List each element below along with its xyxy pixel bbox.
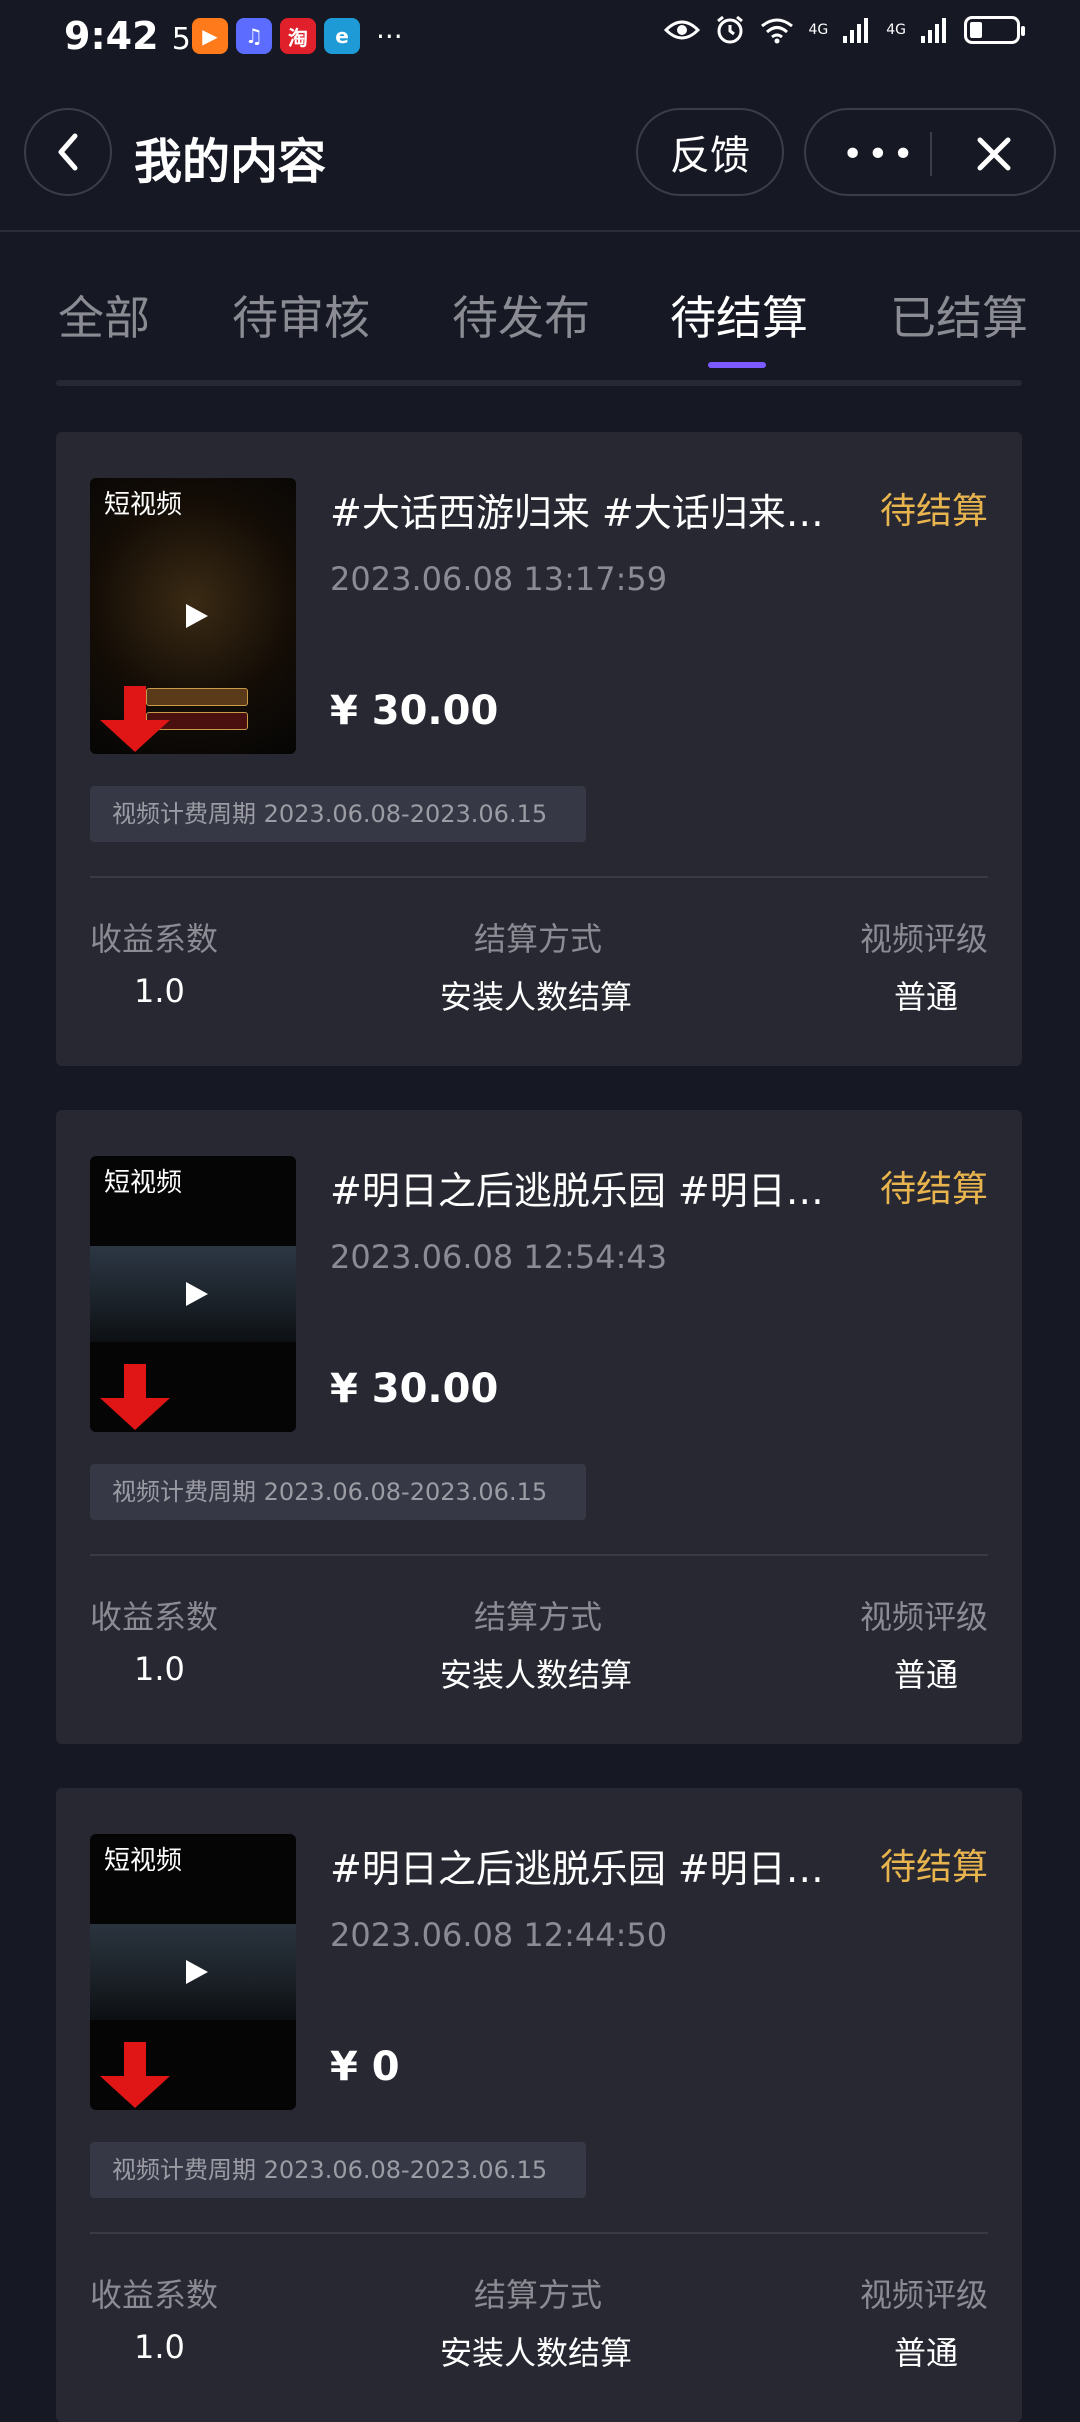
tab-pending-settlement[interactable]: 待结算 — [670, 282, 808, 348]
revenue-coefficient-label: 收益系数 — [90, 2276, 219, 2314]
video-rating-value: 普通 — [893, 1656, 958, 1694]
alarm-icon — [717, 15, 744, 44]
status-badge: 待结算 — [879, 1847, 988, 1888]
active-tab-indicator — [708, 362, 766, 368]
network-type-1: 4G — [808, 22, 829, 38]
content-card[interactable]: 短视频 #大话西游归来 #大话归来合集 #游戏 待结算 2023.06.08 1… — [56, 432, 1022, 1066]
tab-all[interactable]: 全部 — [58, 282, 150, 348]
settlement-method-value: 安装人数结算 — [440, 978, 633, 1016]
video-type-label: 短视频 — [104, 490, 183, 520]
red-arrow-icon — [100, 2042, 170, 2108]
card-divider — [90, 876, 988, 878]
video-rating-value: 普通 — [893, 978, 958, 1016]
video-app-icon: ▶ — [192, 18, 228, 54]
signal-icon-2 — [921, 18, 946, 43]
tab-settled[interactable]: 已结算 — [890, 282, 1028, 348]
billing-period: 视频计费周期 2023.06.08-2023.06.15 — [90, 1464, 586, 1520]
nav-divider — [0, 230, 1080, 232]
content-card[interactable]: 短视频 #明日之后逃脱乐园 #明日之后 #游戏 待结算 2023.06.08 1… — [56, 1110, 1022, 1744]
settlement-method-value: 安装人数结算 — [440, 2334, 633, 2372]
status-bar: 9:42 58 ▶ ♫ 淘 e ··· 4G 4G — [0, 0, 1080, 76]
notification-icons: ▶ ♫ 淘 e ··· — [192, 18, 403, 54]
tab-pending-review[interactable]: 待审核 — [232, 282, 370, 348]
play-icon — [186, 1282, 208, 1306]
earnings-amount: ¥ 30.00 — [330, 1366, 499, 1412]
network-type-2: 4G — [886, 22, 906, 38]
revenue-coefficient-value: 1.0 — [134, 2328, 185, 2366]
video-title: #明日之后逃脱乐园 #明日之后 #游戏 — [330, 1847, 830, 1891]
revenue-coefficient-value: 1.0 — [134, 1650, 185, 1688]
clock-time: 9:42 — [64, 14, 159, 58]
battery-icon — [964, 16, 1025, 44]
settlement-method-value: 安装人数结算 — [440, 1656, 633, 1694]
video-rating-value: 普通 — [893, 2334, 958, 2372]
settlement-method-label: 结算方式 — [474, 1598, 603, 1636]
video-rating-label: 视频评级 — [859, 1598, 988, 1636]
wifi-icon — [761, 18, 794, 44]
video-thumbnail[interactable]: 短视频 — [90, 1156, 296, 1432]
back-button[interactable] — [24, 108, 112, 196]
browser-app-icon: e — [324, 18, 360, 54]
revenue-coefficient-label: 收益系数 — [90, 920, 219, 958]
status-badge: 待结算 — [879, 1169, 988, 1210]
chevron-left-icon — [58, 133, 78, 171]
earnings-amount: ¥ 0 — [330, 2044, 400, 2090]
billing-period: 视频计费周期 2023.06.08-2023.06.15 — [90, 786, 586, 842]
video-title: #大话西游归来 #大话归来合集 #游戏 — [330, 491, 830, 535]
card-divider — [90, 2232, 988, 2234]
close-icon[interactable] — [968, 128, 1020, 180]
tabs-bottom-edge — [56, 380, 1022, 386]
clock: 9:42 58 — [64, 14, 210, 58]
system-icons: 4G 4G — [664, 14, 1025, 46]
eye-icon — [664, 20, 701, 40]
earnings-amount: ¥ 30.00 — [330, 688, 499, 734]
status-tabs: 全部 待审核 待发布 待结算 已结算 — [0, 282, 1080, 372]
play-icon — [186, 604, 208, 628]
video-thumbnail[interactable]: 短视频 — [90, 1834, 296, 2110]
billing-period: 视频计费周期 2023.06.08-2023.06.15 — [90, 2142, 586, 2198]
capsule-divider — [930, 132, 932, 176]
more-notifications-icon: ··· — [376, 19, 403, 53]
taobao-app-icon: 淘 — [280, 18, 316, 54]
video-rating-label: 视频评级 — [859, 2276, 988, 2314]
video-thumbnail[interactable]: 短视频 — [90, 478, 296, 754]
nav-bar: 我的内容 反馈 ••• — [0, 100, 1080, 210]
video-type-label: 短视频 — [104, 1168, 183, 1198]
red-arrow-icon — [100, 686, 170, 752]
revenue-coefficient-label: 收益系数 — [90, 1598, 219, 1636]
page-title: 我的内容 — [134, 134, 327, 190]
red-arrow-icon — [100, 1364, 170, 1430]
mini-program-capsule: ••• — [804, 108, 1056, 196]
tab-pending-publish[interactable]: 待发布 — [452, 282, 590, 348]
play-icon — [186, 1960, 208, 1984]
video-type-label: 短视频 — [104, 1846, 183, 1876]
publish-time: 2023.06.08 12:44:50 — [330, 1916, 668, 1954]
video-rating-label: 视频评级 — [859, 920, 988, 958]
more-options-button[interactable]: ••• — [842, 134, 918, 175]
video-title: #明日之后逃脱乐园 #明日之后 #游戏 — [330, 1169, 830, 1213]
feedback-button[interactable]: 反馈 — [636, 108, 784, 196]
settlement-method-label: 结算方式 — [474, 2276, 603, 2314]
signal-icon-1 — [843, 18, 869, 43]
status-badge: 待结算 — [879, 491, 988, 532]
music-app-icon: ♫ — [236, 18, 272, 54]
settlement-method-label: 结算方式 — [474, 920, 603, 958]
publish-time: 2023.06.08 13:17:59 — [330, 560, 668, 598]
revenue-coefficient-value: 1.0 — [134, 972, 185, 1010]
content-card[interactable]: 短视频 #明日之后逃脱乐园 #明日之后 #游戏 待结算 2023.06.08 1… — [56, 1788, 1022, 2422]
card-divider — [90, 1554, 988, 1556]
publish-time: 2023.06.08 12:54:43 — [330, 1238, 668, 1276]
